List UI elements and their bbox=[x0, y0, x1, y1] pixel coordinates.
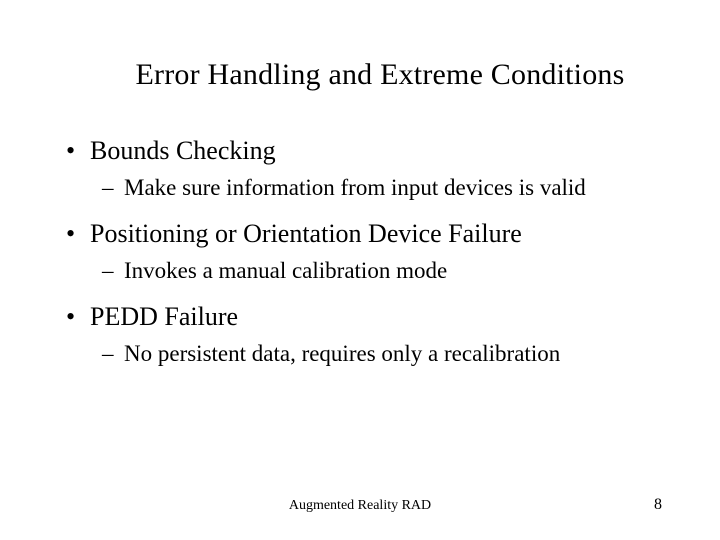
bullet-text: Make sure information from input devices… bbox=[124, 174, 672, 201]
bullet-dot-icon: • bbox=[62, 302, 90, 332]
bullet-dot-icon: • bbox=[62, 136, 90, 166]
page-number: 8 bbox=[654, 496, 662, 514]
bullet-level2: – No persistent data, requires only a re… bbox=[62, 340, 672, 367]
slide: Error Handling and Extreme Conditions • … bbox=[0, 0, 720, 540]
bullet-text: Positioning or Orientation Device Failur… bbox=[90, 219, 672, 249]
bullet-dash-icon: – bbox=[102, 257, 124, 284]
bullet-level2: – Invokes a manual calibration mode bbox=[62, 257, 672, 284]
bullet-level1: • PEDD Failure bbox=[62, 302, 672, 332]
bullet-level1: • Positioning or Orientation Device Fail… bbox=[62, 219, 672, 249]
bullet-text: No persistent data, requires only a reca… bbox=[124, 340, 672, 367]
slide-title: Error Handling and Extreme Conditions bbox=[0, 0, 720, 92]
bullet-text: Invokes a manual calibration mode bbox=[124, 257, 672, 284]
bullet-level1: • Bounds Checking bbox=[62, 136, 672, 166]
bullet-dash-icon: – bbox=[102, 340, 124, 367]
bullet-dash-icon: – bbox=[102, 174, 124, 201]
bullet-text: Bounds Checking bbox=[90, 136, 672, 166]
bullet-text: PEDD Failure bbox=[90, 302, 672, 332]
bullet-dot-icon: • bbox=[62, 219, 90, 249]
slide-body: • Bounds Checking – Make sure informatio… bbox=[0, 92, 720, 367]
bullet-level2: – Make sure information from input devic… bbox=[62, 174, 672, 201]
footer-text: Augmented Reality RAD bbox=[0, 498, 720, 514]
